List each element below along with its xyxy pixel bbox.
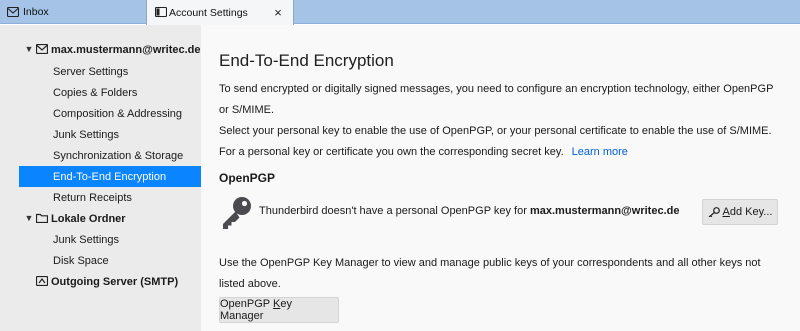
sidebar-item-local-junk-settings[interactable]: Junk Settings: [0, 229, 201, 250]
sidebar-item-label: End-To-End Encryption: [53, 170, 167, 183]
sidebar-item-label: Copies & Folders: [53, 86, 138, 99]
sidebar-item-junk-settings[interactable]: Junk Settings: [0, 124, 201, 145]
sidebar-item-label: Disk Space: [53, 254, 109, 267]
learn-more-link[interactable]: Learn more: [572, 146, 628, 158]
sidebar-item-label: Synchronization & Storage: [53, 149, 184, 162]
key-icon: [223, 197, 251, 229]
folder-icon: [36, 213, 48, 223]
tab-account-settings[interactable]: Account Settings ×: [146, 0, 294, 25]
tab-inbox[interactable]: Inbox: [0, 0, 146, 24]
account-label: max.mustermann@writec.de: [51, 43, 201, 56]
outgoing-server-row[interactable]: Outgoing Server (SMTP): [0, 271, 201, 292]
account-row[interactable]: ▼ max.mustermann@writec.de: [0, 39, 201, 60]
no-key-account: max.mustermann@writec.de: [529, 205, 680, 217]
sidebar-item-label: Composition & Addressing: [53, 107, 183, 120]
small-key-icon: [708, 207, 720, 217]
sidebar-item-label: Server Settings: [53, 65, 129, 78]
openpgp-key-manager-button[interactable]: OpenPGP Key Manager: [219, 297, 339, 323]
settings-page-icon: [155, 7, 167, 17]
sidebar-item-synchronization[interactable]: Synchronization & Storage: [0, 145, 201, 166]
sidebar-item-label: Junk Settings: [53, 128, 120, 141]
settings-pane: End-To-End Encryption To send encrypted …: [201, 25, 800, 331]
sidebar-item-disk-space[interactable]: Disk Space: [0, 250, 201, 271]
select-key-text: Select your personal key to enable the u…: [219, 121, 784, 163]
sidebar-item-label: Junk Settings: [53, 233, 120, 246]
sidebar-item-server-settings[interactable]: Server Settings: [0, 61, 201, 82]
local-folders-row[interactable]: ▼ Lokale Ordner: [0, 208, 201, 229]
sidebar-item-copies-folders[interactable]: Copies & Folders: [0, 82, 201, 103]
outgoing-server-icon: [36, 276, 48, 286]
openpgp-section-title: OpenPGP: [219, 171, 276, 185]
mail-icon: [7, 7, 19, 17]
sidebar-item-e2e-encryption[interactable]: End-To-End Encryption: [19, 166, 201, 187]
close-icon[interactable]: ×: [271, 5, 285, 20]
chevron-down-icon[interactable]: ▼: [24, 213, 34, 223]
no-key-message: Thunderbird doesn't have a personal Open…: [259, 205, 679, 217]
outgoing-server-label: Outgoing Server (SMTP): [51, 275, 179, 288]
key-manager-text: Use the OpenPGP Key Manager to view and …: [219, 257, 761, 290]
add-key-label: Add Key...: [722, 206, 773, 218]
account-tree: ▼ max.mustermann@writec.de Server Settin…: [0, 25, 201, 331]
tab-account-settings-label: Account Settings: [169, 6, 248, 19]
key-manager-label: OpenPGP Key Manager: [220, 298, 292, 322]
sidebar-item-return-receipts[interactable]: Return Receipts: [0, 187, 201, 208]
add-key-button[interactable]: Add Key...: [702, 199, 778, 225]
intro-text: To send encrypted or digitally signed me…: [219, 83, 774, 116]
no-key-text: Thunderbird doesn't have a personal Open…: [259, 205, 527, 217]
chevron-down-icon[interactable]: ▼: [24, 44, 34, 54]
tab-strip: Inbox Account Settings ×: [0, 0, 800, 25]
sidebar-item-label: Return Receipts: [53, 191, 132, 204]
select-key-description: Select your personal key to enable the u…: [219, 125, 772, 158]
page-title: End-To-End Encryption: [219, 51, 394, 70]
sidebar-item-composition[interactable]: Composition & Addressing: [0, 103, 201, 124]
local-folders-label: Lokale Ordner: [51, 212, 126, 225]
mail-account-icon: [36, 44, 48, 54]
tab-inbox-label: Inbox: [23, 6, 49, 18]
